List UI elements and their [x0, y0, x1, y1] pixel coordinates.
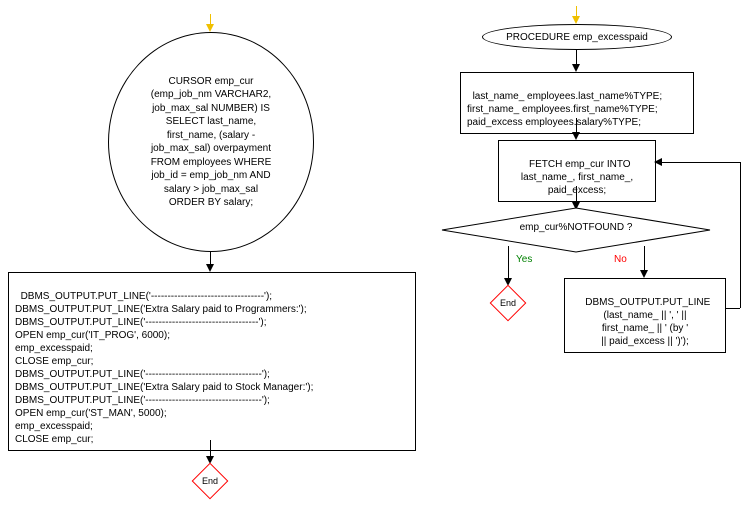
putline-text: DBMS_OUTPUT.PUT_LINE (last_name_ || ', '…: [585, 297, 710, 347]
fetch-text: FETCH emp_cur INTO last_name_, first_nam…: [521, 159, 633, 196]
declarations: last_name_ employees.last_name%TYPE; fir…: [460, 72, 694, 134]
cursor-ellipse: CURSOR emp_cur (emp_job_nm VARCHAR2, job…: [108, 32, 314, 252]
putline-box: DBMS_OUTPUT.PUT_LINE (last_name_ || ', '…: [564, 278, 726, 353]
yes-label: Yes: [516, 254, 532, 265]
end-label: End: [197, 468, 223, 494]
procedure-ellipse: PROCEDURE emp_excesspaid: [482, 24, 672, 50]
end-label-right: End: [495, 290, 521, 316]
declarations-text: last_name_ employees.last_name%TYPE; fir…: [467, 91, 662, 128]
end-node-left: End: [197, 468, 223, 494]
main-body: DBMS_OUTPUT.PUT_LINE('------------------…: [8, 272, 416, 451]
procedure-text: PROCEDURE emp_excesspaid: [506, 32, 648, 43]
fetch-box: FETCH emp_cur INTO last_name_, first_nam…: [498, 140, 656, 202]
no-label: No: [614, 254, 627, 265]
main-body-text: DBMS_OUTPUT.PUT_LINE('------------------…: [15, 291, 313, 445]
end-node-right: End: [495, 290, 521, 316]
cursor-text: CURSOR emp_cur (emp_job_nm VARCHAR2, job…: [151, 75, 272, 210]
